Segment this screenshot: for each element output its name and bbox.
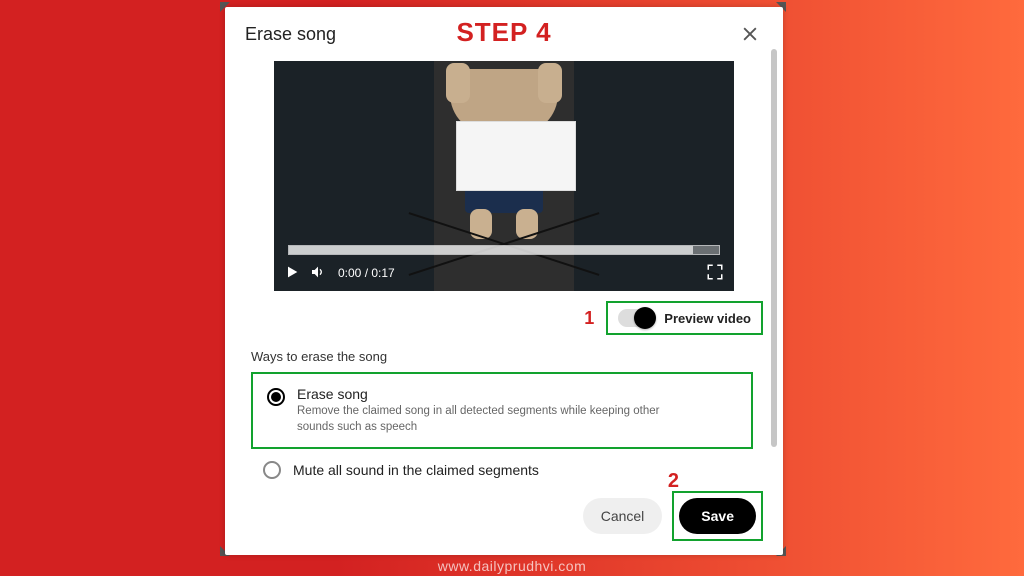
video-time-display: 0:00 / 0:17 (338, 266, 395, 280)
fullscreen-icon (706, 263, 724, 281)
option-title: Mute all sound in the claimed segments (293, 462, 539, 478)
erase-options-heading: Ways to erase the song (251, 349, 763, 364)
watermark-text: www.dailyprudhvi.com (438, 558, 587, 574)
radio-selected-icon (267, 388, 285, 406)
erase-song-dialog: Erase song STEP 4 (225, 7, 783, 555)
page-background: Erase song STEP 4 (0, 0, 1024, 576)
cancel-button[interactable]: Cancel (583, 498, 663, 534)
play-icon (284, 264, 300, 280)
preview-video-toggle[interactable] (618, 309, 654, 327)
preview-toggle-row: 1 Preview video (245, 301, 763, 335)
step-label-annotation: STEP 4 (456, 17, 551, 48)
annotation-callout-2: 2 (668, 470, 679, 493)
save-button[interactable]: Save (679, 498, 756, 534)
video-controls: 0:00 / 0:17 (284, 261, 724, 285)
play-button[interactable] (284, 264, 300, 283)
option-description: Remove the claimed song in all detected … (297, 404, 697, 435)
volume-icon (310, 264, 326, 280)
volume-button[interactable] (310, 264, 326, 283)
option-erase-song[interactable]: Erase song Remove the claimed song in al… (251, 372, 753, 449)
close-button[interactable] (737, 21, 763, 47)
close-icon (740, 24, 760, 44)
annotation-highlight-1: Preview video (606, 301, 763, 335)
video-redaction-box (456, 121, 576, 191)
dialog-footer: Cancel Save (583, 491, 763, 541)
dialog-title: Erase song (245, 24, 336, 45)
preview-video-label: Preview video (664, 311, 751, 326)
scrollbar-thumb[interactable] (771, 49, 777, 447)
video-preview[interactable]: 0:00 / 0:17 (274, 61, 734, 291)
annotation-callout-1: 1 (584, 308, 594, 329)
fullscreen-button[interactable] (706, 263, 724, 284)
radio-unselected-icon (263, 461, 281, 479)
toggle-knob (634, 307, 656, 329)
dialog-scrollbar[interactable] (771, 49, 777, 447)
annotation-highlight-2: Save (672, 491, 763, 541)
option-title: Erase song (297, 386, 697, 402)
scrub-bar[interactable] (288, 245, 720, 255)
option-mute-all[interactable]: Mute all sound in the claimed segments (263, 461, 763, 479)
